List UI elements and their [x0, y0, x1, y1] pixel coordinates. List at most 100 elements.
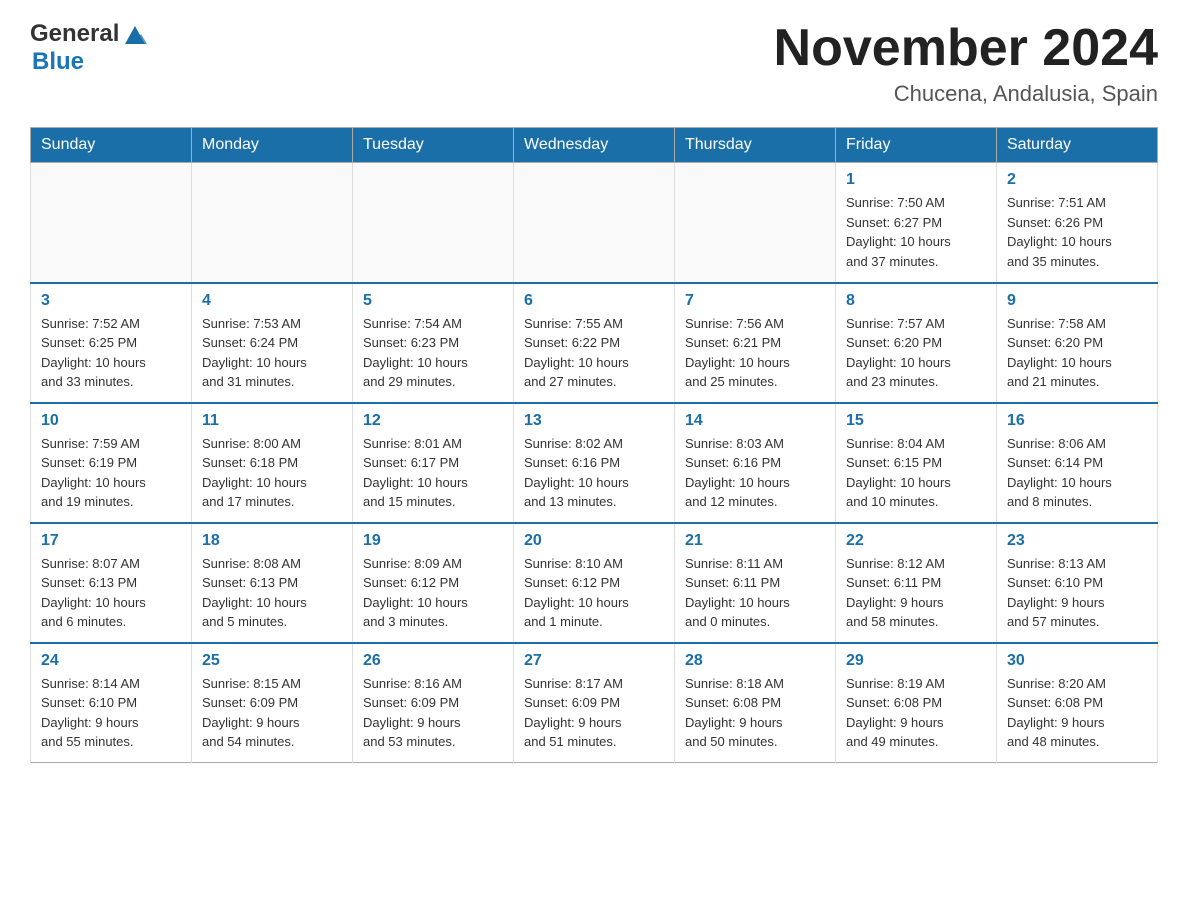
day-number: 9 — [1007, 292, 1147, 310]
calendar-cell: 6 Sunrise: 7:55 AM Sunset: 6:22 PM Daylig… — [514, 283, 675, 403]
day-info: Sunrise: 7:56 AM Sunset: 6:21 PM Dayligh… — [685, 314, 825, 392]
logo-blue-text: Blue — [32, 48, 84, 76]
day-info: Sunrise: 8:14 AM Sunset: 6:10 PM Dayligh… — [41, 674, 181, 752]
title-block: November 2024 Chucena, Andalusia, Spain — [774, 20, 1158, 107]
calendar-cell: 7 Sunrise: 7:56 AM Sunset: 6:21 PM Daylig… — [675, 283, 836, 403]
day-of-week-header: Sunday — [31, 128, 192, 163]
calendar-week-row: 3 Sunrise: 7:52 AM Sunset: 6:25 PM Daylig… — [31, 283, 1158, 403]
day-info: Sunrise: 8:03 AM Sunset: 6:16 PM Dayligh… — [685, 434, 825, 512]
logo-triangle-icon — [121, 20, 149, 48]
day-of-week-header: Tuesday — [353, 128, 514, 163]
day-info: Sunrise: 8:04 AM Sunset: 6:15 PM Dayligh… — [846, 434, 986, 512]
calendar-cell: 19Sunrise: 8:09 AM Sunset: 6:12 PM Dayli… — [353, 523, 514, 643]
day-number: 17 — [41, 532, 181, 550]
day-info: Sunrise: 8:17 AM Sunset: 6:09 PM Dayligh… — [524, 674, 664, 752]
calendar-cell: 20 Sunrise: 8:10 AM Sunset: 6:12 PM Dayli… — [514, 523, 675, 643]
calendar-cell: 5Sunrise: 7:54 AM Sunset: 6:23 PM Daylig… — [353, 283, 514, 403]
day-of-week-header: Saturday — [997, 128, 1158, 163]
month-title: November 2024 — [774, 20, 1158, 77]
day-number: 11 — [202, 412, 342, 430]
day-info: Sunrise: 7:53 AM Sunset: 6:24 PM Dayligh… — [202, 314, 342, 392]
calendar-cell: 13Sunrise: 8:02 AM Sunset: 6:16 PM Dayli… — [514, 403, 675, 523]
day-info: Sunrise: 8:16 AM Sunset: 6:09 PM Dayligh… — [363, 674, 503, 752]
day-number: 27 — [524, 652, 664, 670]
calendar-cell: 22 Sunrise: 8:12 AM Sunset: 6:11 PM Dayli… — [836, 523, 997, 643]
day-info: Sunrise: 7:55 AM Sunset: 6:22 PM Dayligh… — [524, 314, 664, 392]
calendar-cell: 27 Sunrise: 8:17 AM Sunset: 6:09 PM Dayli… — [514, 643, 675, 763]
calendar-cell: 26 Sunrise: 8:16 AM Sunset: 6:09 PM Dayli… — [353, 643, 514, 763]
day-number: 18 — [202, 532, 342, 550]
day-number: 4 — [202, 292, 342, 310]
calendar-cell: 16 Sunrise: 8:06 AM Sunset: 6:14 PM Dayli… — [997, 403, 1158, 523]
calendar-cell: 29Sunrise: 8:19 AM Sunset: 6:08 PM Dayli… — [836, 643, 997, 763]
day-of-week-header: Wednesday — [514, 128, 675, 163]
day-info: Sunrise: 7:50 AM Sunset: 6:27 PM Dayligh… — [846, 193, 986, 271]
calendar-cell: 4 Sunrise: 7:53 AM Sunset: 6:24 PM Daylig… — [192, 283, 353, 403]
day-number: 15 — [846, 412, 986, 430]
calendar-cell — [514, 163, 675, 283]
day-number: 16 — [1007, 412, 1147, 430]
day-info: Sunrise: 8:20 AM Sunset: 6:08 PM Dayligh… — [1007, 674, 1147, 752]
day-number: 12 — [363, 412, 503, 430]
calendar-cell: 12Sunrise: 8:01 AM Sunset: 6:17 PM Dayli… — [353, 403, 514, 523]
calendar-cell — [31, 163, 192, 283]
calendar-cell: 28Sunrise: 8:18 AM Sunset: 6:08 PM Dayli… — [675, 643, 836, 763]
calendar-week-row: 24Sunrise: 8:14 AM Sunset: 6:10 PM Dayli… — [31, 643, 1158, 763]
calendar-cell: 14Sunrise: 8:03 AM Sunset: 6:16 PM Dayli… — [675, 403, 836, 523]
calendar-cell: 9 Sunrise: 7:58 AM Sunset: 6:20 PM Daylig… — [997, 283, 1158, 403]
day-number: 23 — [1007, 532, 1147, 550]
day-number: 28 — [685, 652, 825, 670]
day-of-week-header: Thursday — [675, 128, 836, 163]
calendar-cell: 15 Sunrise: 8:04 AM Sunset: 6:15 PM Dayli… — [836, 403, 997, 523]
day-number: 20 — [524, 532, 664, 550]
day-number: 7 — [685, 292, 825, 310]
calendar-cell: 25 Sunrise: 8:15 AM Sunset: 6:09 PM Dayli… — [192, 643, 353, 763]
day-info: Sunrise: 8:12 AM Sunset: 6:11 PM Dayligh… — [846, 554, 986, 632]
day-info: Sunrise: 7:51 AM Sunset: 6:26 PM Dayligh… — [1007, 193, 1147, 271]
day-number: 10 — [41, 412, 181, 430]
calendar-cell — [192, 163, 353, 283]
day-number: 6 — [524, 292, 664, 310]
page-header: General Blue November 2024 Chucena, Anda… — [30, 20, 1158, 107]
calendar-cell: 11 Sunrise: 8:00 AM Sunset: 6:18 PM Dayli… — [192, 403, 353, 523]
calendar-table: SundayMondayTuesdayWednesdayThursdayFrid… — [30, 127, 1158, 763]
days-of-week-row: SundayMondayTuesdayWednesdayThursdayFrid… — [31, 128, 1158, 163]
calendar-cell: 17 Sunrise: 8:07 AM Sunset: 6:13 PM Dayli… — [31, 523, 192, 643]
day-number: 25 — [202, 652, 342, 670]
day-info: Sunrise: 8:00 AM Sunset: 6:18 PM Dayligh… — [202, 434, 342, 512]
calendar-body: 1 Sunrise: 7:50 AM Sunset: 6:27 PM Daylig… — [31, 163, 1158, 763]
calendar-cell: 8Sunrise: 7:57 AM Sunset: 6:20 PM Daylig… — [836, 283, 997, 403]
calendar-cell: 1 Sunrise: 7:50 AM Sunset: 6:27 PM Daylig… — [836, 163, 997, 283]
day-number: 21 — [685, 532, 825, 550]
day-info: Sunrise: 8:13 AM Sunset: 6:10 PM Dayligh… — [1007, 554, 1147, 632]
day-number: 5 — [363, 292, 503, 310]
calendar-cell: 3 Sunrise: 7:52 AM Sunset: 6:25 PM Daylig… — [31, 283, 192, 403]
day-info: Sunrise: 8:10 AM Sunset: 6:12 PM Dayligh… — [524, 554, 664, 632]
day-of-week-header: Monday — [192, 128, 353, 163]
day-info: Sunrise: 7:59 AM Sunset: 6:19 PM Dayligh… — [41, 434, 181, 512]
day-info: Sunrise: 7:52 AM Sunset: 6:25 PM Dayligh… — [41, 314, 181, 392]
calendar-week-row: 1 Sunrise: 7:50 AM Sunset: 6:27 PM Daylig… — [31, 163, 1158, 283]
day-number: 26 — [363, 652, 503, 670]
calendar-cell: 18Sunrise: 8:08 AM Sunset: 6:13 PM Dayli… — [192, 523, 353, 643]
day-info: Sunrise: 8:15 AM Sunset: 6:09 PM Dayligh… — [202, 674, 342, 752]
calendar-cell: 10 Sunrise: 7:59 AM Sunset: 6:19 PM Dayli… — [31, 403, 192, 523]
logo: General Blue — [30, 20, 149, 76]
calendar-cell — [353, 163, 514, 283]
calendar-header: SundayMondayTuesdayWednesdayThursdayFrid… — [31, 128, 1158, 163]
day-number: 29 — [846, 652, 986, 670]
day-info: Sunrise: 8:06 AM Sunset: 6:14 PM Dayligh… — [1007, 434, 1147, 512]
day-number: 2 — [1007, 171, 1147, 189]
day-info: Sunrise: 8:02 AM Sunset: 6:16 PM Dayligh… — [524, 434, 664, 512]
day-number: 19 — [363, 532, 503, 550]
calendar-week-row: 17 Sunrise: 8:07 AM Sunset: 6:13 PM Dayli… — [31, 523, 1158, 643]
calendar-cell: 2 Sunrise: 7:51 AM Sunset: 6:26 PM Daylig… — [997, 163, 1158, 283]
day-number: 3 — [41, 292, 181, 310]
day-number: 22 — [846, 532, 986, 550]
calendar-cell: 23 Sunrise: 8:13 AM Sunset: 6:10 PM Dayli… — [997, 523, 1158, 643]
calendar-cell — [675, 163, 836, 283]
day-info: Sunrise: 7:58 AM Sunset: 6:20 PM Dayligh… — [1007, 314, 1147, 392]
day-info: Sunrise: 8:07 AM Sunset: 6:13 PM Dayligh… — [41, 554, 181, 632]
day-number: 1 — [846, 171, 986, 189]
calendar-week-row: 10 Sunrise: 7:59 AM Sunset: 6:19 PM Dayli… — [31, 403, 1158, 523]
